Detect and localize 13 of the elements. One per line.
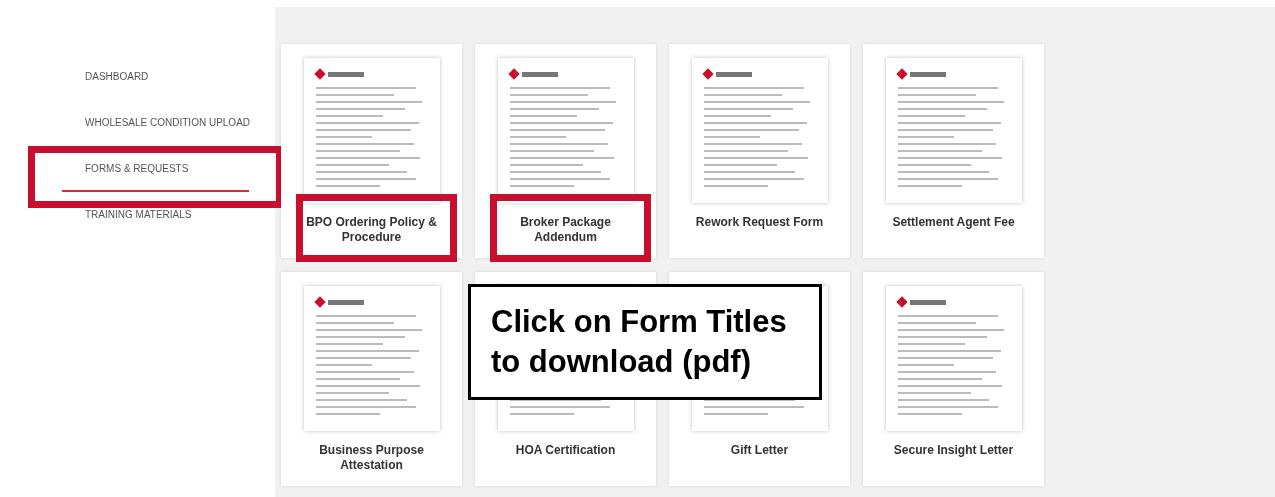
form-title-link[interactable]: Secure Insight Letter bbox=[878, 443, 1029, 458]
nav-link[interactable]: DASHBOARD bbox=[62, 63, 249, 100]
form-title-link[interactable]: Gift Letter bbox=[684, 443, 835, 458]
callout-note: Click on Form Titles to download (pdf) bbox=[468, 284, 822, 400]
form-title-link[interactable]: Rework Request Form bbox=[684, 215, 835, 230]
form-title-link[interactable]: BPO Ordering Policy & Procedure bbox=[296, 215, 447, 245]
form-title-link[interactable]: Broker Package Addendum bbox=[490, 215, 641, 245]
form-title-link[interactable]: Settlement Agent Fee bbox=[878, 215, 1029, 230]
nav-link[interactable]: FORMS & REQUESTS bbox=[62, 155, 249, 192]
nav-link[interactable]: WHOLESALE CONDITION UPLOAD bbox=[62, 109, 249, 146]
form-title-link[interactable]: HOA Certification bbox=[490, 443, 641, 458]
form-title-link[interactable]: Business Purpose Attestation bbox=[296, 443, 447, 473]
nav-link[interactable]: TRAINING MATERIALS bbox=[62, 201, 249, 238]
